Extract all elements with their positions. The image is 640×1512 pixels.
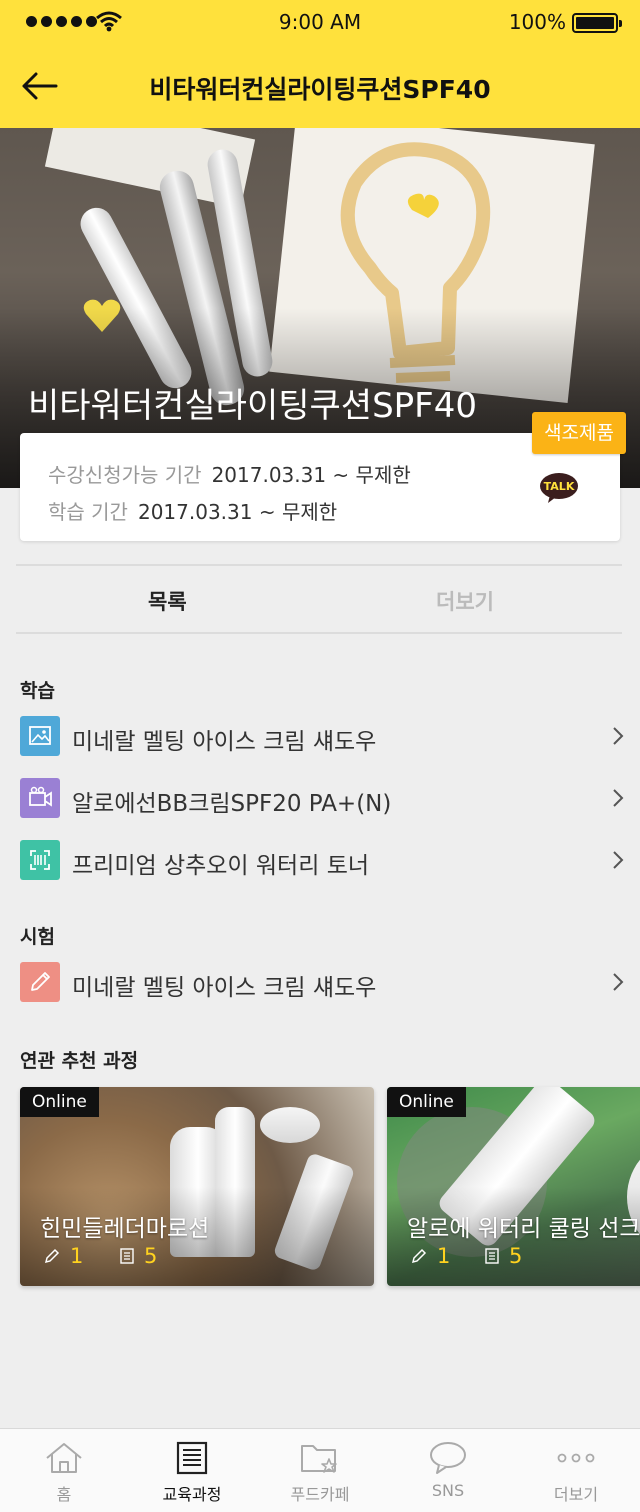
hero-title: 비타워터컨실라이팅쿠션SPF40 bbox=[28, 386, 477, 426]
study-item-3[interactable]: 프리미엄 상추오이 워터리 토너 bbox=[20, 836, 624, 884]
course-card-title: 힌민들레더마로션 bbox=[40, 1216, 210, 1242]
study-item-label: 프리미엄 상추오이 워터리 토너 bbox=[72, 853, 370, 879]
recommended-course-card[interactable]: Online 힌민들레더마로션 1 5 bbox=[20, 1087, 374, 1286]
chevron-right-icon bbox=[613, 973, 624, 991]
video-camera-icon bbox=[20, 778, 60, 818]
tab-food-cafe-label: 푸드카페 bbox=[290, 1485, 350, 1504]
course-info-card: 수강신청가능 기간 2017.03.31 ~ 무제한 학습 기간 2017.03.3… bbox=[20, 433, 620, 541]
exam-count: 1 bbox=[44, 1244, 83, 1268]
exam-count-value: 1 bbox=[437, 1244, 451, 1268]
tab-home-label: 홈 bbox=[56, 1485, 72, 1504]
image-icon bbox=[20, 716, 60, 756]
tab-sns[interactable]: SNS bbox=[384, 1429, 512, 1512]
scan-icon bbox=[20, 840, 60, 880]
content-tabs: 목록 더보기 bbox=[16, 564, 622, 634]
related-section-title: 연관 추천 과정 bbox=[20, 1050, 139, 1072]
study-period-row: 학습 기간 2017.03.31 ~ 무제한 bbox=[48, 496, 337, 525]
tab-courses[interactable]: 교육과정 bbox=[128, 1429, 256, 1512]
tab-more[interactable]: 더보기 bbox=[436, 586, 494, 616]
tab-more-menu[interactable]: 더보기 bbox=[512, 1429, 640, 1512]
recommended-course-card[interactable]: Online 알로에 워터리 쿨링 선크 1 5 bbox=[387, 1087, 640, 1286]
study-item-label: 알로에선BB크림SPF20 PA+(N) bbox=[72, 791, 392, 817]
doc-count-value: 5 bbox=[509, 1244, 523, 1268]
document-small-icon bbox=[120, 1248, 134, 1264]
chat-bubble-icon bbox=[430, 1442, 466, 1474]
pencil-icon bbox=[20, 962, 60, 1002]
study-period-value: 2017.03.31 ~ 무제한 bbox=[137, 500, 338, 524]
chevron-right-icon bbox=[613, 727, 624, 745]
doc-count-value: 5 bbox=[144, 1244, 158, 1268]
pencil-small-icon bbox=[44, 1248, 60, 1264]
battery-icon bbox=[572, 13, 622, 33]
nav-bar: 비타워터컨실라이팅쿠션SPF40 bbox=[0, 44, 640, 128]
doc-count: 5 bbox=[485, 1244, 522, 1268]
status-bar: 9:00 AM 100% bbox=[0, 0, 640, 44]
enroll-period-label: 수강신청가능 기간 bbox=[48, 463, 202, 487]
chevron-right-icon bbox=[613, 851, 624, 869]
online-tag: Online bbox=[387, 1087, 466, 1117]
study-section-title: 학습 bbox=[20, 680, 55, 702]
kakao-talk-label: TALK bbox=[544, 480, 575, 493]
tab-courses-label: 교육과정 bbox=[162, 1485, 222, 1504]
tab-food-cafe[interactable]: 푸드카페 bbox=[256, 1429, 384, 1512]
battery-percent: 100% bbox=[508, 10, 566, 34]
kakao-talk-icon[interactable]: TALK bbox=[540, 473, 578, 503]
page-title: 비타워터컨실라이팅쿠션SPF40 bbox=[149, 75, 491, 104]
tab-more-menu-label: 더보기 bbox=[553, 1485, 599, 1504]
document-small-icon bbox=[485, 1248, 499, 1264]
exam-item-label: 미네랄 멜팅 아이스 크림 섀도우 bbox=[72, 975, 377, 1001]
pencil-small-icon bbox=[411, 1248, 427, 1264]
exam-count: 1 bbox=[411, 1244, 450, 1268]
enroll-period-value: 2017.03.31 ~ 무제한 bbox=[211, 463, 411, 487]
doc-count: 5 bbox=[120, 1244, 157, 1268]
chevron-right-icon bbox=[613, 789, 624, 807]
course-card-title: 알로에 워터리 쿨링 선크 bbox=[407, 1216, 640, 1242]
study-item-label: 미네랄 멜팅 아이스 크림 섀도우 bbox=[72, 729, 377, 755]
study-period-label: 학습 기간 bbox=[48, 500, 128, 524]
tab-sns-label: SNS bbox=[431, 1481, 465, 1500]
enroll-period-row: 수강신청가능 기간 2017.03.31 ~ 무제한 bbox=[48, 459, 411, 488]
exam-count-value: 1 bbox=[70, 1244, 84, 1268]
exam-section-title: 시험 bbox=[20, 926, 55, 948]
category-badge: 색조제품 bbox=[532, 412, 626, 454]
bottom-tab-bar: 홈 교육과정 푸드카페 SNS 더보기 bbox=[0, 1428, 640, 1512]
more-dots-icon bbox=[557, 1453, 595, 1463]
study-item-2[interactable]: 알로에선BB크림SPF20 PA+(N) bbox=[20, 774, 624, 822]
tab-home[interactable]: 홈 bbox=[0, 1429, 128, 1512]
document-icon bbox=[176, 1441, 208, 1475]
online-tag: Online bbox=[20, 1087, 99, 1117]
exam-item-1[interactable]: 미네랄 멜팅 아이스 크림 섀도우 bbox=[20, 958, 624, 1006]
study-item-1[interactable]: 미네랄 멜팅 아이스 크림 섀도우 bbox=[20, 712, 624, 760]
tab-list[interactable]: 목록 bbox=[148, 586, 187, 616]
folder-star-icon bbox=[301, 1445, 337, 1473]
home-icon bbox=[46, 1443, 82, 1473]
